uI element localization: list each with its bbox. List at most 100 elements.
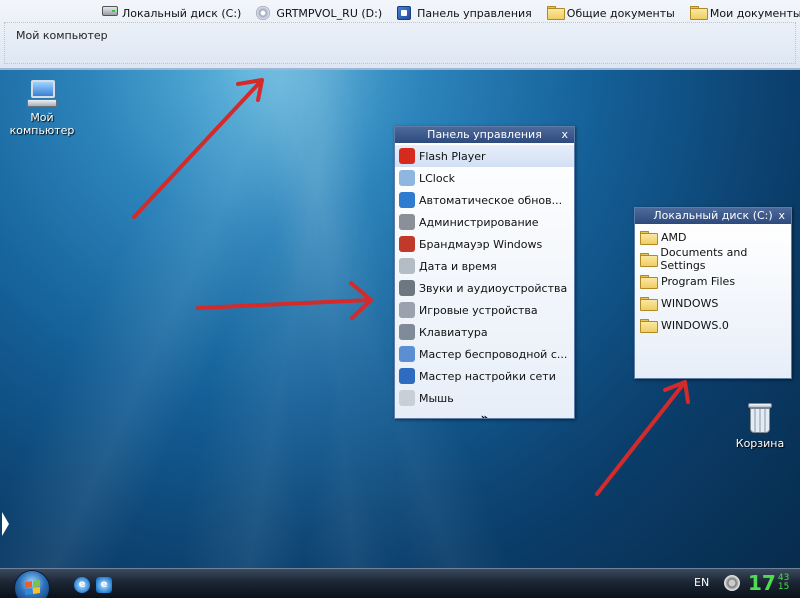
control-panel-item[interactable]: Звуки и аудиоустройства	[395, 277, 574, 299]
popup-body: AMD Documents and Settings Program Files WI…	[635, 224, 791, 378]
mouse-cursor	[2, 512, 9, 536]
cd-icon	[256, 6, 272, 20]
control-panel-item-label: Мастер беспроводной с...	[419, 347, 568, 361]
folder-label: AMD	[661, 230, 687, 244]
clock-minutes-bottom: 15	[777, 582, 790, 592]
language-indicator[interactable]: EN	[694, 576, 709, 589]
applet-icon	[399, 280, 415, 296]
control-panel-item[interactable]: Мастер настройки сети	[395, 365, 574, 387]
folder-icon	[640, 319, 658, 333]
control-panel-list: Flash Player LClock Автоматическое обнов..…	[395, 145, 574, 409]
control-panel-item[interactable]: LClock	[395, 167, 574, 189]
desktop-recycle-bin[interactable]: Корзина	[725, 403, 795, 450]
link-label: Панель управления	[417, 6, 532, 20]
control-panel-item[interactable]: Flash Player	[395, 145, 574, 167]
link-drive-d[interactable]: GRTMPVOL_RU (D:)	[256, 6, 382, 20]
link-my-documents[interactable]: Мои документы	[689, 6, 800, 20]
applet-icon	[399, 170, 415, 186]
folder-label: Program Files	[661, 274, 736, 288]
computer-icon	[27, 80, 57, 108]
applet-icon	[399, 390, 415, 406]
clock-minutes: 43 15	[778, 574, 789, 592]
start-button[interactable]	[14, 570, 50, 598]
panel-links: Локальный диск (C:) GRTMPVOL_RU (D:) Пан…	[102, 4, 800, 22]
control-panel-item[interactable]: Мышь	[395, 387, 574, 409]
recycle-bin-icon	[748, 403, 772, 433]
applet-icon	[399, 368, 415, 384]
control-panel-item-label: LClock	[419, 171, 456, 185]
control-panel-item-label: Дата и время	[419, 259, 497, 273]
control-panel-item-label: Автоматическое обнов...	[419, 193, 563, 207]
volume-icon[interactable]	[724, 575, 740, 591]
arrow-to-control-panel	[196, 281, 373, 320]
link-control-panel[interactable]: Панель управления	[397, 6, 532, 20]
panel-title: Мой компьютер	[16, 29, 108, 42]
control-panel-item[interactable]: Мастер беспроводной с...	[395, 343, 574, 365]
link-shared-documents[interactable]: Общие документы	[546, 6, 675, 20]
control-panel-item-label: Игровые устройства	[419, 303, 538, 317]
drive-icon	[102, 6, 118, 20]
folder-item[interactable]: WINDOWS	[635, 292, 791, 314]
folder-label: WINDOWS.0	[661, 318, 729, 332]
folder-icon	[640, 275, 658, 289]
panel-content-area	[4, 22, 796, 64]
more-items-button[interactable]: »	[395, 409, 574, 418]
applet-icon	[399, 148, 415, 164]
control-panel-item[interactable]: Игровые устройства	[395, 299, 574, 321]
link-label: Общие документы	[566, 6, 675, 20]
desktop-my-computer[interactable]: Мой компьютер	[7, 80, 77, 137]
arrow-to-top-panel	[132, 78, 264, 219]
popup-title: Панель управления	[427, 128, 542, 141]
control-panel-item-label: Звуки и аудиоустройства	[419, 281, 568, 295]
folder-item[interactable]: WINDOWS.0	[635, 314, 791, 336]
applet-icon	[399, 214, 415, 230]
clock[interactable]: 17 43 15	[748, 571, 789, 595]
applet-icon	[399, 236, 415, 252]
link-label: Мои документы	[709, 6, 800, 20]
internet-explorer-icon[interactable]: e	[74, 577, 90, 593]
quick-launch-icon[interactable]: e	[96, 577, 112, 593]
control-panel-item[interactable]: Клавиатура	[395, 321, 574, 343]
control-panel-item-label: Клавиатура	[419, 325, 488, 339]
disk-folder-list: AMD Documents and Settings Program Files WI…	[635, 226, 791, 336]
popup-titlebar: Панель управления x	[395, 127, 574, 143]
folder-icon	[546, 6, 565, 20]
applet-icon	[399, 258, 415, 274]
control-panel-item[interactable]: Администрирование	[395, 211, 574, 233]
folder-item[interactable]: Program Files	[635, 270, 791, 292]
arrow-to-disk-panel	[595, 380, 690, 496]
applet-icon	[399, 346, 415, 362]
applet-icon	[399, 302, 415, 318]
link-label: GRTMPVOL_RU (D:)	[276, 6, 383, 20]
link-label: Локальный диск (C:)	[122, 6, 242, 20]
control-panel-item[interactable]: Автоматическое обнов...	[395, 189, 574, 211]
applet-icon	[399, 324, 415, 340]
windows-flag-icon	[25, 579, 41, 597]
folder-item[interactable]: Documents and Settings	[635, 246, 791, 272]
control-panel-item-label: Мастер настройки сети	[419, 369, 556, 383]
close-icon[interactable]: x	[561, 127, 568, 143]
folder-icon	[640, 253, 659, 267]
clock-hour: 17	[748, 571, 776, 595]
control-panel-popup: Панель управления x Flash Player LClock Ав…	[394, 126, 575, 419]
link-local-disk-c[interactable]: Локальный диск (C:)	[102, 6, 241, 20]
control-panel-item-label: Администрирование	[419, 215, 539, 229]
folder-icon	[640, 297, 658, 311]
popup-body: Flash Player LClock Автоматическое обнов..…	[395, 143, 574, 418]
popup-titlebar: Локальный диск (C:) x	[635, 208, 791, 224]
control-panel-icon	[397, 6, 413, 20]
my-computer-panel: Локальный диск (C:) GRTMPVOL_RU (D:) Пан…	[0, 0, 800, 70]
control-panel-item[interactable]: Брандмауэр Windows	[395, 233, 574, 255]
popup-title: Локальный диск (C:)	[653, 209, 773, 222]
control-panel-item-label: Мышь	[419, 391, 454, 405]
close-icon[interactable]: x	[778, 208, 785, 224]
folder-label: WINDOWS	[661, 296, 719, 310]
control-panel-item-label: Flash Player	[419, 149, 486, 163]
folder-item[interactable]: AMD	[635, 226, 791, 248]
desktop-icon-label: Мой компьютер	[9, 111, 75, 137]
control-panel-item[interactable]: Дата и время	[395, 255, 574, 277]
taskbar: e e EN 17 43 15	[0, 568, 800, 598]
desktop-icon-label: Корзина	[735, 437, 785, 450]
local-disk-popup: Локальный диск (C:) x AMD Documents and S…	[634, 207, 792, 379]
folder-label: Documents and Settings	[660, 246, 748, 272]
